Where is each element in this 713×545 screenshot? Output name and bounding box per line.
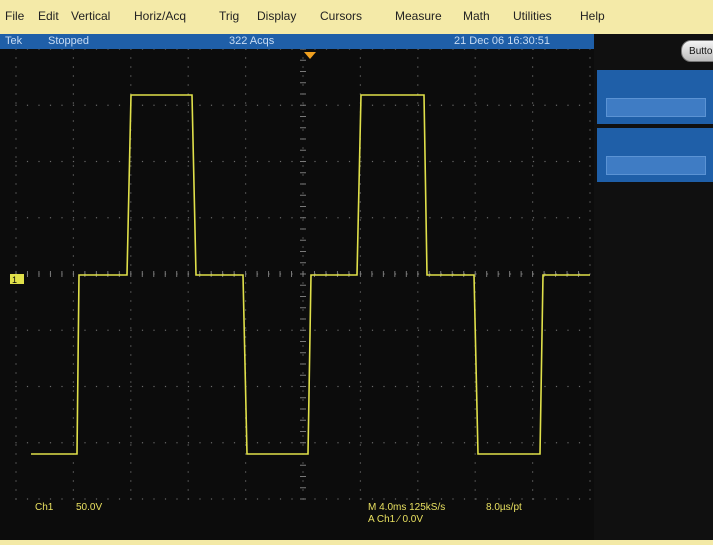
menu-file[interactable]: File: [5, 9, 24, 23]
waveform-graticule: 1: [10, 48, 591, 500]
channel-1-marker-label: 1: [12, 275, 17, 285]
menu-utilities[interactable]: Utilities: [513, 9, 552, 23]
resolution-readout: 8.0µs/pt: [486, 502, 522, 513]
menu-display[interactable]: Display: [257, 9, 296, 23]
timebase-readout: M 4.0ms 125kS/s: [368, 502, 446, 513]
side-control-2[interactable]: [597, 128, 713, 182]
trigger-position-marker: [304, 52, 316, 59]
ch1-label: Ch1: [35, 502, 54, 513]
brand-label: Tek: [5, 35, 23, 47]
ch1-waveform: [31, 94, 590, 455]
menu-trig[interactable]: Trig: [219, 9, 239, 23]
side-control-1-field[interactable]: [606, 98, 706, 117]
menu-help[interactable]: Help: [580, 9, 605, 23]
menu-measure[interactable]: Measure: [395, 9, 442, 23]
ch1-scale: 50.0V: [76, 502, 103, 513]
menu-bar: File Edit Vertical Horiz/Acq Trig Displa…: [0, 0, 713, 34]
trigger-readout: A Ch1 ∕ 0.0V: [368, 514, 424, 525]
status-bar: Tek Stopped 322 Acqs 21 Dec 06 16:30:51: [0, 34, 594, 49]
acquisition-count: 322 Acqs: [229, 35, 275, 47]
scope-display: 1 Ch1 50.0V M 4.0ms 125kS/s 8.0µs/pt A C…: [0, 48, 594, 540]
side-control-2-field[interactable]: [606, 156, 706, 175]
menu-horiz-acq[interactable]: Horiz/Acq: [134, 9, 186, 23]
menu-vertical[interactable]: Vertical: [71, 9, 110, 23]
datetime-label: 21 Dec 06 16:30:51: [454, 35, 551, 47]
side-control-1[interactable]: [597, 70, 713, 124]
menu-edit[interactable]: Edit: [38, 9, 59, 23]
buttons-button[interactable]: Buttons: [681, 40, 713, 62]
menu-cursors[interactable]: Cursors: [320, 9, 362, 23]
menu-math[interactable]: Math: [463, 9, 490, 23]
run-state: Stopped: [48, 35, 89, 47]
